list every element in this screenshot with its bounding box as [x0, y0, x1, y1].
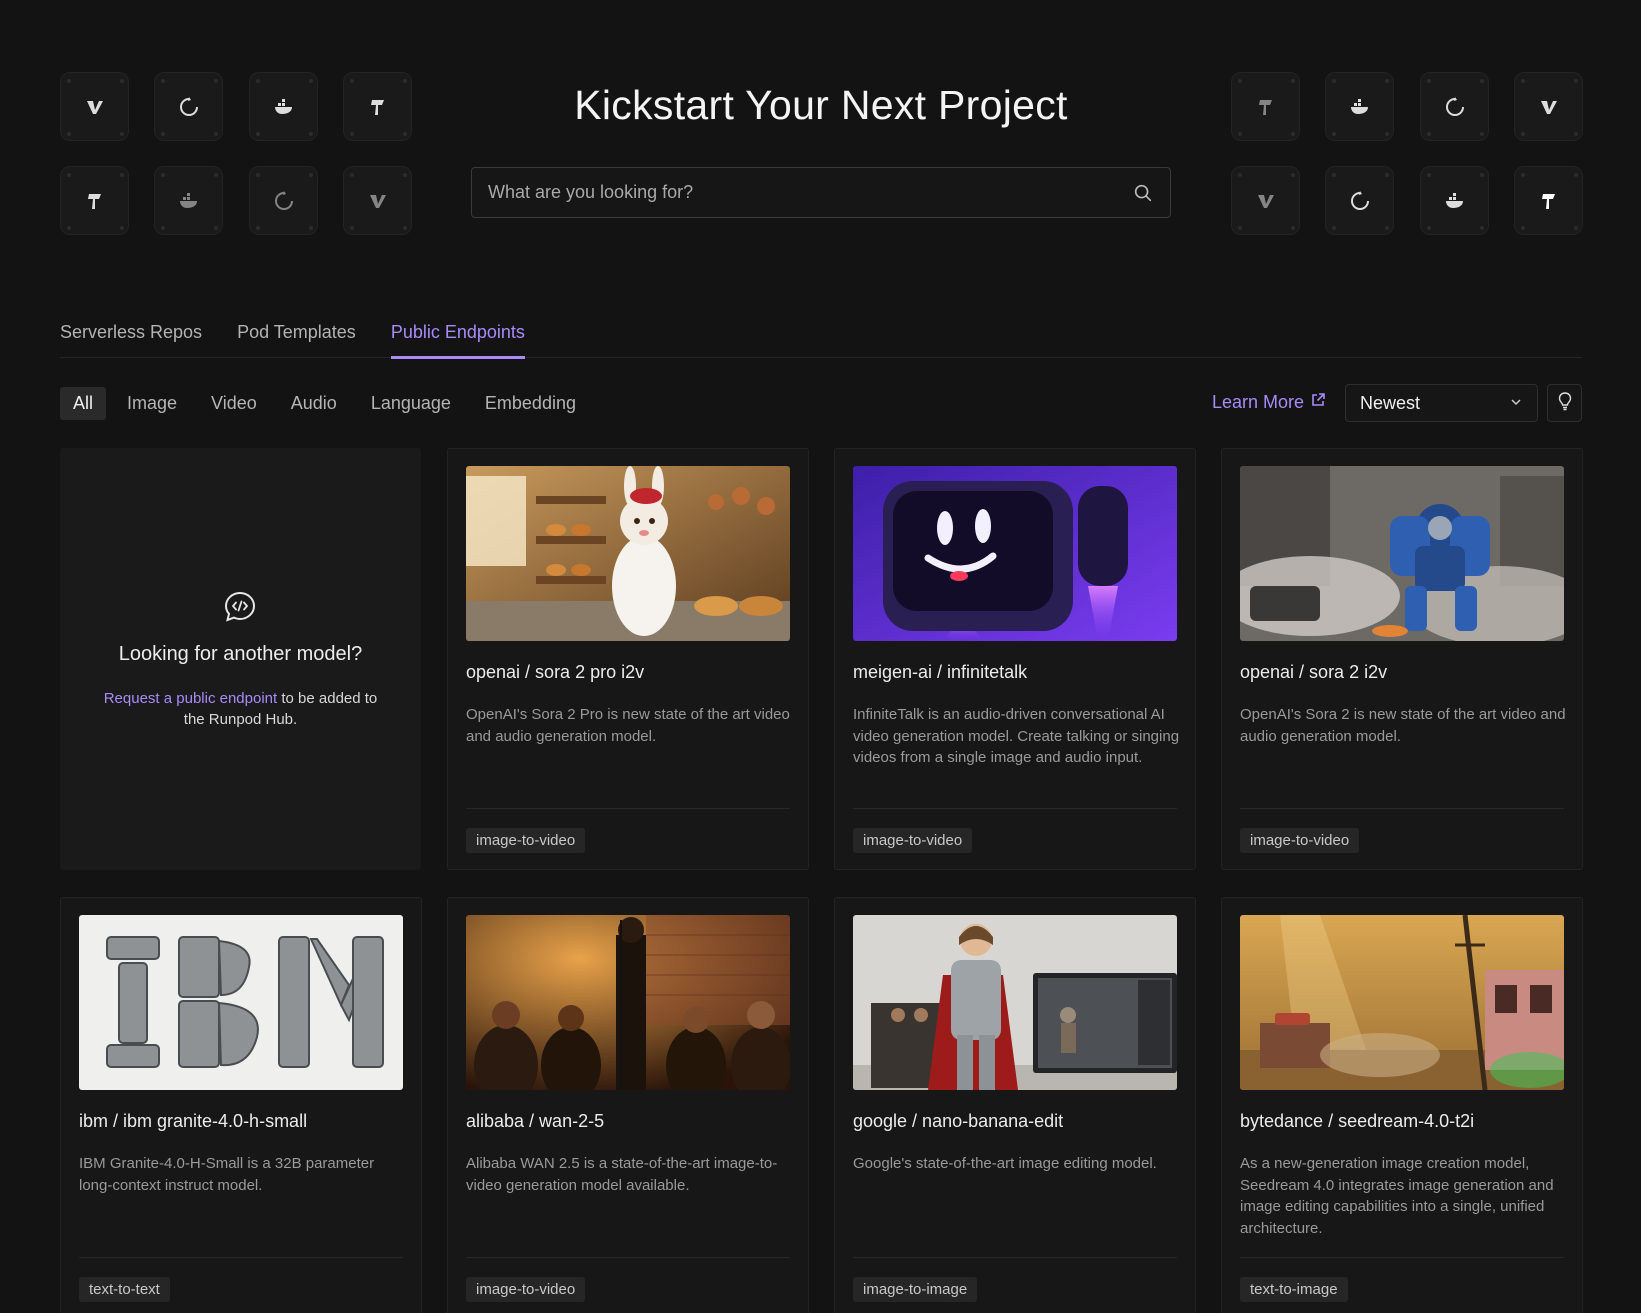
suggest-button[interactable]: [1547, 384, 1582, 422]
hub-tabs: Serverless Repos Pod Templates Public En…: [60, 310, 1582, 359]
comfy-logo-icon: [60, 166, 129, 235]
endpoint-card[interactable]: openai / sora 2 pro i2v OpenAI's Sora 2 …: [447, 448, 809, 870]
endpoint-thumbnail: [1240, 915, 1564, 1090]
endpoint-card[interactable]: google / nano-banana-edit Google's state…: [834, 897, 1196, 1313]
endpoint-tag: text-to-image: [1240, 1277, 1348, 1302]
endpoint-description: InfiniteTalk is an audio-driven conversa…: [853, 706, 1180, 766]
card-divider: [466, 808, 790, 809]
endpoint-card[interactable]: openai / sora 2 i2v OpenAI's Sora 2 is n…: [1221, 448, 1583, 870]
card-divider: [79, 1257, 403, 1258]
card-divider: [1240, 1257, 1564, 1258]
comfy-logo-icon: [343, 72, 412, 141]
endpoint-description: IBM Granite-4.0-H-Small is a 32B paramet…: [79, 1155, 375, 1194]
endpoint-thumbnail: [466, 466, 790, 641]
endpoint-tag: image-to-image: [853, 1277, 978, 1302]
spinner-logo-icon: [1325, 166, 1394, 235]
search-box[interactable]: [471, 167, 1171, 218]
category-filters: All Image Video Audio Language Embedding: [60, 386, 589, 420]
spinner-logo-icon: [249, 166, 318, 235]
docker-logo-icon: [154, 166, 223, 235]
card-divider: [853, 808, 1177, 809]
comfy-logo-icon: [1231, 72, 1300, 141]
endpoint-tag: image-to-video: [466, 828, 586, 853]
endpoint-tag: image-to-video: [1240, 828, 1360, 853]
endpoint-title[interactable]: ibm / ibm granite-4.0-h-small: [79, 1111, 307, 1132]
endpoint-tag: text-to-text: [79, 1277, 170, 1302]
endpoint-card[interactable]: ibm / ibm granite-4.0-h-small IBM Granit…: [60, 897, 422, 1313]
filter-all[interactable]: All: [60, 386, 107, 420]
page-title: Kickstart Your Next Project: [574, 82, 1068, 128]
card-divider: [466, 1257, 790, 1258]
endpoint-thumbnail: [466, 915, 790, 1090]
endpoint-thumbnail: [1240, 466, 1564, 641]
docker-logo-icon: [1420, 166, 1489, 235]
endpoint-thumbnail: [853, 915, 1177, 1090]
sort-value: Newest: [1360, 392, 1421, 413]
chevron-down-icon: [1509, 393, 1523, 414]
filter-language[interactable]: Language: [358, 387, 464, 420]
search-input[interactable]: [488, 182, 1132, 203]
request-endpoint-link[interactable]: Request a public endpoint: [104, 690, 277, 707]
tab-public-endpoints[interactable]: Public Endpoints: [390, 310, 526, 359]
endpoint-title[interactable]: meigen-ai / infinitetalk: [853, 662, 1027, 683]
endpoint-description: Google's state-of-the-art image editing …: [853, 1155, 1157, 1172]
endpoint-thumbnail: [853, 466, 1177, 641]
filter-video[interactable]: Video: [198, 387, 270, 420]
comfy-logo-icon: [1514, 166, 1583, 235]
filter-audio[interactable]: Audio: [278, 387, 350, 420]
docker-logo-icon: [249, 72, 318, 141]
learn-more-label: Learn More: [1212, 392, 1305, 412]
spinner-logo-icon: [154, 72, 223, 141]
chat-code-icon: [223, 590, 257, 624]
card-divider: [1240, 808, 1564, 809]
endpoint-title[interactable]: openai / sora 2 pro i2v: [466, 662, 644, 683]
external-link-icon: [1310, 392, 1326, 413]
vllm-logo-icon: [343, 166, 412, 235]
endpoint-title[interactable]: alibaba / wan-2-5: [466, 1111, 604, 1132]
vllm-logo-icon: [1231, 166, 1300, 235]
card-divider: [853, 1257, 1177, 1258]
request-card-hint: Request a public endpoint to be added to…: [100, 688, 381, 730]
docker-logo-icon: [1325, 72, 1394, 141]
endpoint-tag: image-to-video: [853, 828, 973, 853]
spinner-logo-icon: [1420, 72, 1489, 141]
endpoint-description: Alibaba WAN 2.5 is a state-of-the-art im…: [466, 1155, 778, 1194]
endpoint-description: OpenAI's Sora 2 Pro is new state of the …: [466, 706, 790, 745]
endpoint-card[interactable]: meigen-ai / infinitetalk InfiniteTalk is…: [834, 448, 1196, 870]
endpoint-card[interactable]: bytedance / seedream-4.0-t2i As a new-ge…: [1221, 897, 1583, 1313]
endpoint-title[interactable]: openai / sora 2 i2v: [1240, 662, 1387, 683]
vllm-logo-icon: [60, 72, 129, 141]
request-endpoint-card: Looking for another model? Request a pub…: [60, 448, 421, 870]
search-icon[interactable]: [1132, 182, 1154, 204]
endpoint-description: As a new-generation image creation model…: [1240, 1155, 1554, 1237]
endpoint-title[interactable]: bytedance / seedream-4.0-t2i: [1240, 1111, 1474, 1132]
endpoint-tag: image-to-video: [466, 1277, 586, 1302]
tab-pod-templates[interactable]: Pod Templates: [237, 310, 356, 358]
endpoint-description: OpenAI's Sora 2 is new state of the art …: [1240, 706, 1566, 745]
tab-serverless-repos[interactable]: Serverless Repos: [60, 310, 202, 358]
lightbulb-icon: [1555, 391, 1575, 416]
endpoint-title[interactable]: google / nano-banana-edit: [853, 1111, 1063, 1132]
endpoint-card[interactable]: alibaba / wan-2-5 Alibaba WAN 2.5 is a s…: [447, 897, 809, 1313]
learn-more-link[interactable]: Learn More: [1212, 392, 1326, 413]
hero-section: Kickstart Your Next Project: [0, 0, 1641, 270]
filter-image[interactable]: Image: [114, 387, 190, 420]
filter-embedding[interactable]: Embedding: [472, 387, 589, 420]
sort-dropdown[interactable]: Newest: [1345, 384, 1538, 422]
request-card-question: Looking for another model?: [118, 643, 363, 665]
endpoint-thumbnail: [79, 915, 403, 1090]
vllm-logo-icon: [1514, 72, 1583, 141]
